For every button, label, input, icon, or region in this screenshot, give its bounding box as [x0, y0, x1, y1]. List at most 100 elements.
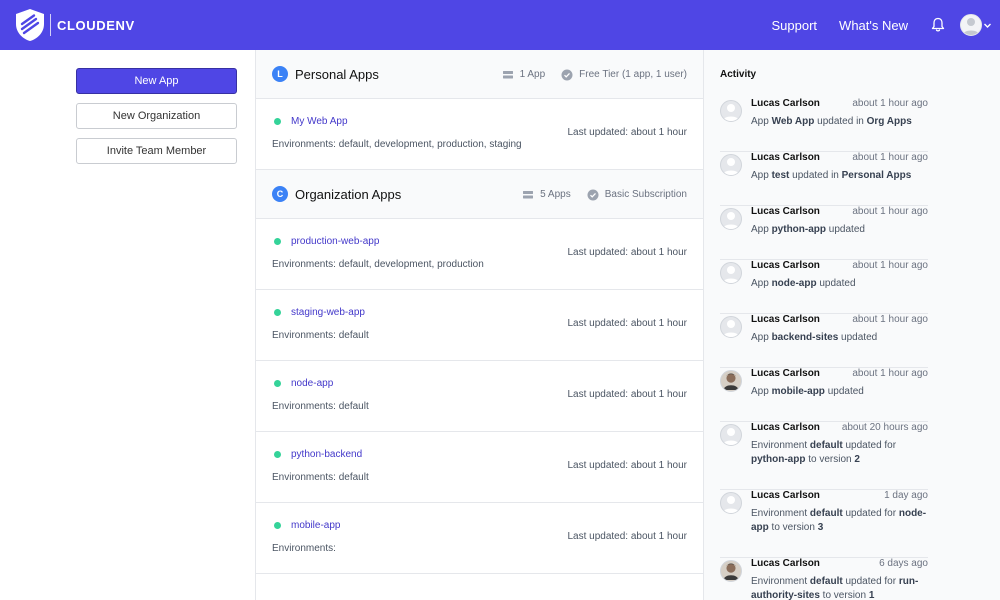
activity-text-part: to version — [805, 454, 855, 465]
app-row: staging-web-app Environments: default La… — [256, 290, 703, 361]
activity-text-part: updated for — [842, 508, 899, 519]
activity-highlight: node-app — [771, 278, 817, 289]
new-app-button[interactable]: New App — [76, 68, 237, 94]
invite-team-member-button[interactable]: Invite Team Member — [76, 138, 237, 164]
activity-text-part: updated — [824, 386, 864, 397]
activity-text-part: App — [751, 224, 772, 235]
app-environments: Environments: — [272, 543, 336, 554]
default-avatar-icon — [720, 208, 742, 230]
status-dot-icon — [274, 118, 281, 125]
activity-text: App python-app updated — [751, 223, 928, 237]
activity-highlight: Web App — [771, 116, 815, 127]
logo-divider — [50, 14, 51, 36]
activity-time: 6 days ago — [879, 558, 928, 569]
activity-item: Lucas Carlson about 1 hour ago App test up… — [720, 152, 928, 206]
personal-apps-meta: 1 App Free Tier (1 app, 1 user) — [502, 50, 687, 99]
header-nav: Support What's New — [772, 0, 1000, 50]
app-row: node-app Environments: default Last upda… — [256, 361, 703, 432]
activity-highlight: default — [809, 440, 843, 451]
app-row: production-web-app Environments: default… — [256, 219, 703, 290]
organization-apps-header: C Organization Apps 5 Apps Basic Subscri… — [256, 170, 703, 219]
app-last-updated: Last updated: about 1 hour — [567, 531, 687, 542]
activity-item: Lucas Carlson about 1 hour ago App mobile-… — [720, 368, 928, 422]
activity-text: Environment default updated for python-a… — [751, 439, 928, 467]
activity-time: about 1 hour ago — [852, 368, 928, 379]
default-avatar-icon — [720, 262, 742, 284]
activity-text: App Web App updated in Org Apps — [751, 115, 928, 129]
activity-text: Environment default updated for run-auth… — [751, 575, 928, 600]
app-environments: Environments: default — [272, 330, 369, 341]
default-avatar-icon — [720, 154, 742, 176]
top-navbar: CLOUDENV Support What's New — [0, 0, 1000, 50]
activity-text-part: Environment — [751, 576, 810, 587]
status-dot-icon — [274, 309, 281, 316]
activity-text: App backend-sites updated — [751, 331, 928, 345]
default-avatar-icon — [720, 424, 742, 446]
activity-text-part: updated in — [814, 116, 867, 127]
user-photo-avatar — [720, 560, 742, 582]
app-row: python-backend Environments: default Las… — [256, 432, 703, 503]
activity-item: Lucas Carlson about 20 hours ago Environme… — [720, 422, 928, 490]
organization-apps-meta: 5 Apps Basic Subscription — [522, 170, 687, 219]
app-last-updated: Last updated: about 1 hour — [567, 389, 687, 400]
status-dot-icon — [274, 522, 281, 529]
check-badge-icon — [561, 69, 573, 80]
activity-highlight: 2 — [854, 454, 860, 465]
activity-user: Lucas Carlson — [751, 206, 820, 217]
activity-item: Lucas Carlson about 1 hour ago App backend… — [720, 314, 928, 368]
activity-item: Lucas Carlson 1 day ago Environment defaul… — [720, 490, 928, 558]
app-name-link[interactable]: mobile-app — [291, 520, 340, 531]
activity-highlight: 3 — [817, 522, 824, 533]
activity-highlight: python-app — [751, 454, 806, 465]
activity-text-part: updated for — [842, 576, 899, 587]
activity-text-part: App — [751, 332, 772, 343]
bell-icon[interactable] — [930, 17, 946, 33]
activity-highlight: default — [809, 508, 843, 519]
shield-logo-icon — [16, 9, 44, 41]
activity-text-part: to version — [819, 590, 869, 600]
user-menu[interactable] — [960, 14, 992, 36]
activity-time: 1 day ago — [884, 490, 928, 501]
personal-apps-title: Personal Apps — [295, 66, 379, 82]
app-row: mobile-app Environments: Last updated: a… — [256, 503, 703, 574]
app-row: My Web App Environments: default, develo… — [256, 99, 703, 170]
activity-user: Lucas Carlson — [751, 260, 820, 271]
avatar-icon — [960, 14, 982, 36]
activity-text-part: App — [751, 116, 772, 127]
server-stack-icon — [523, 190, 534, 198]
activity-text-part: Environment — [751, 508, 810, 519]
organization-plan: Basic Subscription — [604, 189, 687, 200]
whats-new-link[interactable]: What's New — [839, 18, 908, 33]
chevron-down-icon — [984, 23, 991, 28]
activity-title: Activity — [720, 69, 757, 80]
app-name-link[interactable]: My Web App — [291, 116, 348, 127]
app-name-link[interactable]: production-web-app — [291, 236, 379, 247]
activity-feed: Activity Lucas Carlson about 1 hour ago Ap… — [704, 50, 1000, 600]
activity-text-part: App — [751, 170, 772, 181]
organization-apps-title: Organization Apps — [295, 186, 402, 202]
support-link[interactable]: Support — [772, 18, 818, 33]
activity-highlight: backend-sites — [771, 332, 839, 343]
user-photo-avatar — [720, 370, 742, 392]
app-name-link[interactable]: node-app — [291, 378, 333, 389]
activity-user: Lucas Carlson — [751, 558, 820, 569]
app-name-link[interactable]: python-backend — [291, 449, 362, 460]
app-name-link[interactable]: staging-web-app — [291, 307, 365, 318]
check-badge-icon — [587, 189, 599, 200]
brand-logo[interactable]: CLOUDENV — [14, 0, 135, 50]
activity-text-part: App — [751, 278, 772, 289]
activity-user: Lucas Carlson — [751, 314, 820, 325]
activity-text: App mobile-app updated — [751, 385, 928, 399]
app-environments: Environments: default, development, prod… — [272, 259, 484, 270]
activity-user: Lucas Carlson — [751, 368, 820, 379]
activity-highlight: default — [809, 576, 843, 587]
new-organization-button[interactable]: New Organization — [76, 103, 237, 129]
activity-time: about 1 hour ago — [852, 152, 928, 163]
activity-highlight: 1 — [868, 590, 875, 600]
activity-user: Lucas Carlson — [751, 490, 820, 501]
activity-highlight: python-app — [771, 224, 827, 235]
activity-text-part: updated — [826, 224, 865, 235]
activity-text-part: updated — [838, 332, 878, 343]
apps-panel: L Personal Apps 1 App Free Tier (1 app, … — [255, 50, 704, 600]
activity-text-part: App — [751, 386, 772, 397]
